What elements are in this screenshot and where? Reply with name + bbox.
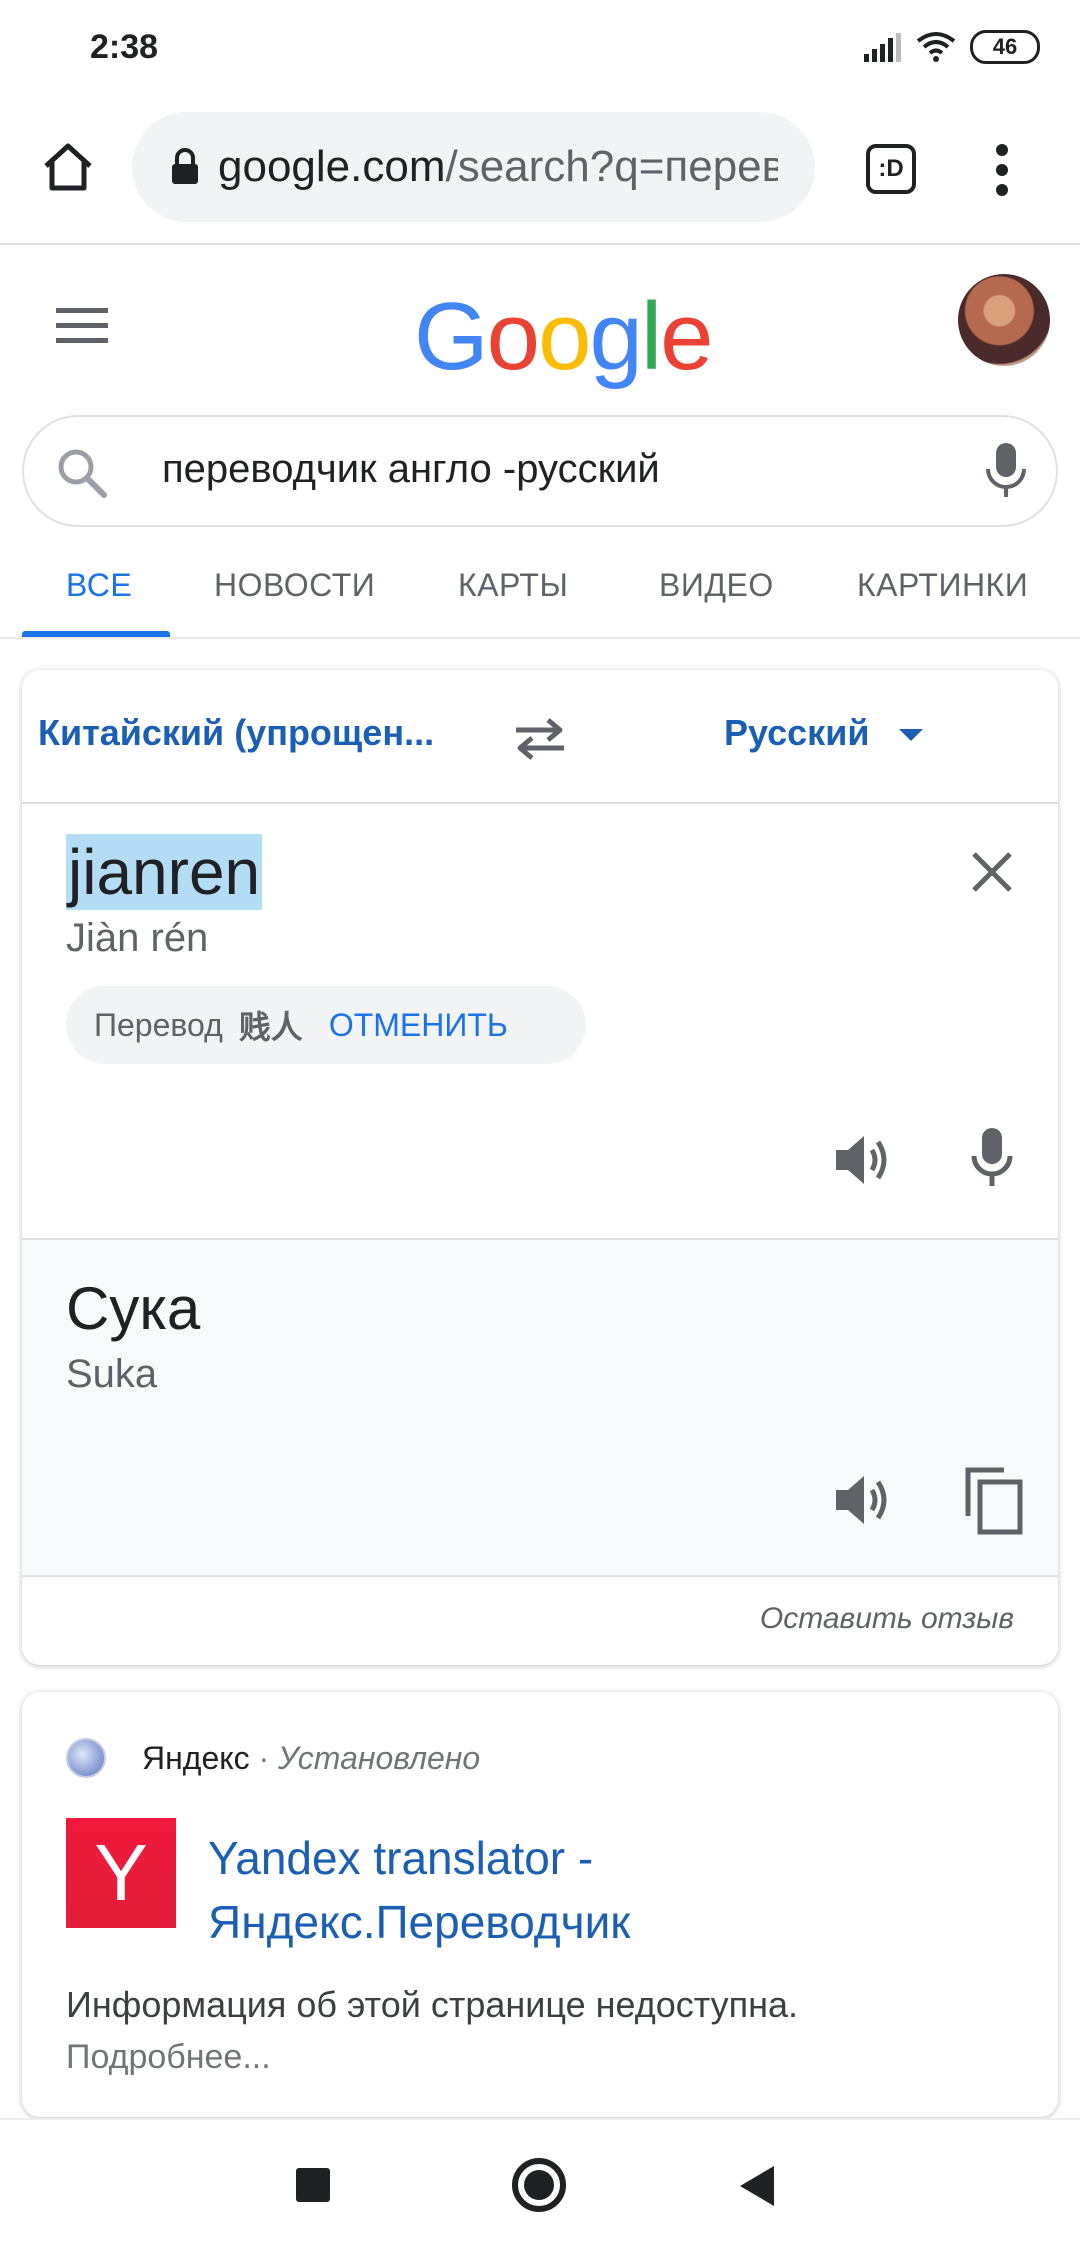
search-box[interactable]: переводчик англо -русский — [22, 415, 1058, 527]
translation-transliteration: Suka — [66, 1352, 158, 1396]
home-button[interactable] — [512, 2158, 566, 2212]
status-bar: 2:38 46 — [0, 0, 1080, 100]
source-mic-icon[interactable] — [968, 1126, 1016, 1188]
url-text: google.com/search?q=перев — [218, 142, 778, 192]
back-button[interactable] — [740, 2166, 774, 2206]
url-bar[interactable]: google.com/search?q=перев — [132, 112, 815, 222]
search-input[interactable]: переводчик англо -русский — [162, 447, 660, 492]
result-more-link[interactable]: Подробнее... — [66, 2038, 271, 2077]
swap-languages-icon[interactable] — [512, 714, 568, 762]
source-language-select[interactable]: Китайский (упрощен... — [38, 712, 434, 754]
translation-output-area: Сука Suka — [22, 1240, 1058, 1577]
result-snippet: Информация об этой странице недоступна. — [66, 1984, 799, 2025]
source-speaker-icon[interactable] — [832, 1132, 892, 1188]
result-site-name: Яндекс — [142, 1740, 250, 1776]
status-icons: 46 — [862, 30, 1040, 64]
target-speaker-icon[interactable] — [832, 1472, 892, 1528]
search-result-card: Яндекс · Установлено Y Yandex translator… — [22, 1692, 1058, 2117]
source-transliteration: Jiàn rén — [66, 916, 209, 960]
target-language-select[interactable]: Русский — [724, 712, 925, 754]
feedback-link[interactable]: Оставить отзыв — [760, 1602, 1014, 1636]
language-selector-row: Китайский (упрощен... Русский — [22, 670, 1058, 804]
tab-video[interactable]: ВИДЕО — [659, 567, 774, 604]
search-tabs: ВСЕ НОВОСТИ КАРТЫ ВИДЕО КАРТИНКИ — [0, 545, 1080, 639]
tab-switcher-button[interactable]: :D — [866, 144, 916, 194]
yandex-logo-icon[interactable]: Y — [66, 1818, 176, 1928]
recents-button[interactable] — [296, 2168, 330, 2202]
signal-icon — [864, 33, 901, 62]
result-install-status: Установлено — [278, 1740, 481, 1776]
url-domain: google.com — [218, 142, 446, 191]
status-time: 2:38 — [90, 28, 159, 66]
home-icon[interactable] — [40, 138, 96, 194]
search-icon — [58, 449, 107, 498]
source-text[interactable]: jianren — [66, 834, 263, 910]
mic-icon[interactable] — [984, 441, 1028, 501]
lock-icon — [172, 148, 198, 184]
account-avatar[interactable] — [958, 274, 1050, 366]
tab-all[interactable]: ВСЕ — [66, 567, 132, 604]
browser-toolbar: google.com/search?q=перев :D — [0, 100, 1080, 245]
url-path: /search?q=перев — [445, 142, 778, 191]
tab-news[interactable]: НОВОСТИ — [214, 567, 375, 604]
more-vert-icon[interactable] — [990, 142, 1014, 198]
copy-icon[interactable] — [962, 1464, 1026, 1536]
suggestion-cancel-button[interactable]: ОТМЕНИТЬ — [329, 1007, 508, 1044]
suggestion-chip: Перевод 贱人 ОТМЕНИТЬ — [66, 986, 586, 1064]
result-source: Яндекс · Установлено — [142, 1740, 480, 1777]
tab-maps[interactable]: КАРТЫ — [458, 567, 568, 604]
suggestion-text[interactable]: 贱人 — [239, 1002, 303, 1048]
hamburger-menu-icon[interactable] — [56, 306, 108, 346]
target-language-label: Русский — [724, 712, 870, 753]
clear-icon[interactable] — [970, 850, 1014, 894]
result-separator: · — [249, 1740, 279, 1776]
result-title-link[interactable]: Yandex translator - Яндекс.Переводчик — [208, 1826, 1008, 1954]
globe-icon — [66, 1738, 106, 1778]
translate-card: Китайский (упрощен... Русский jianren Ji… — [22, 670, 1058, 1665]
dropdown-arrow-icon — [899, 729, 924, 742]
google-logo[interactable]: Google — [414, 282, 714, 392]
source-text-area[interactable]: jianren Jiàn rén Перевод 贱人 ОТМЕНИТЬ — [22, 804, 1058, 1240]
wifi-icon — [916, 32, 956, 62]
translation-text: Сука — [66, 1275, 201, 1342]
tab-images[interactable]: КАРТИНКИ — [857, 567, 1028, 604]
system-nav-bar — [0, 2118, 1080, 2248]
battery-indicator: 46 — [970, 30, 1040, 64]
active-tab-indicator — [22, 631, 170, 637]
suggestion-label: Перевод — [94, 1006, 223, 1043]
